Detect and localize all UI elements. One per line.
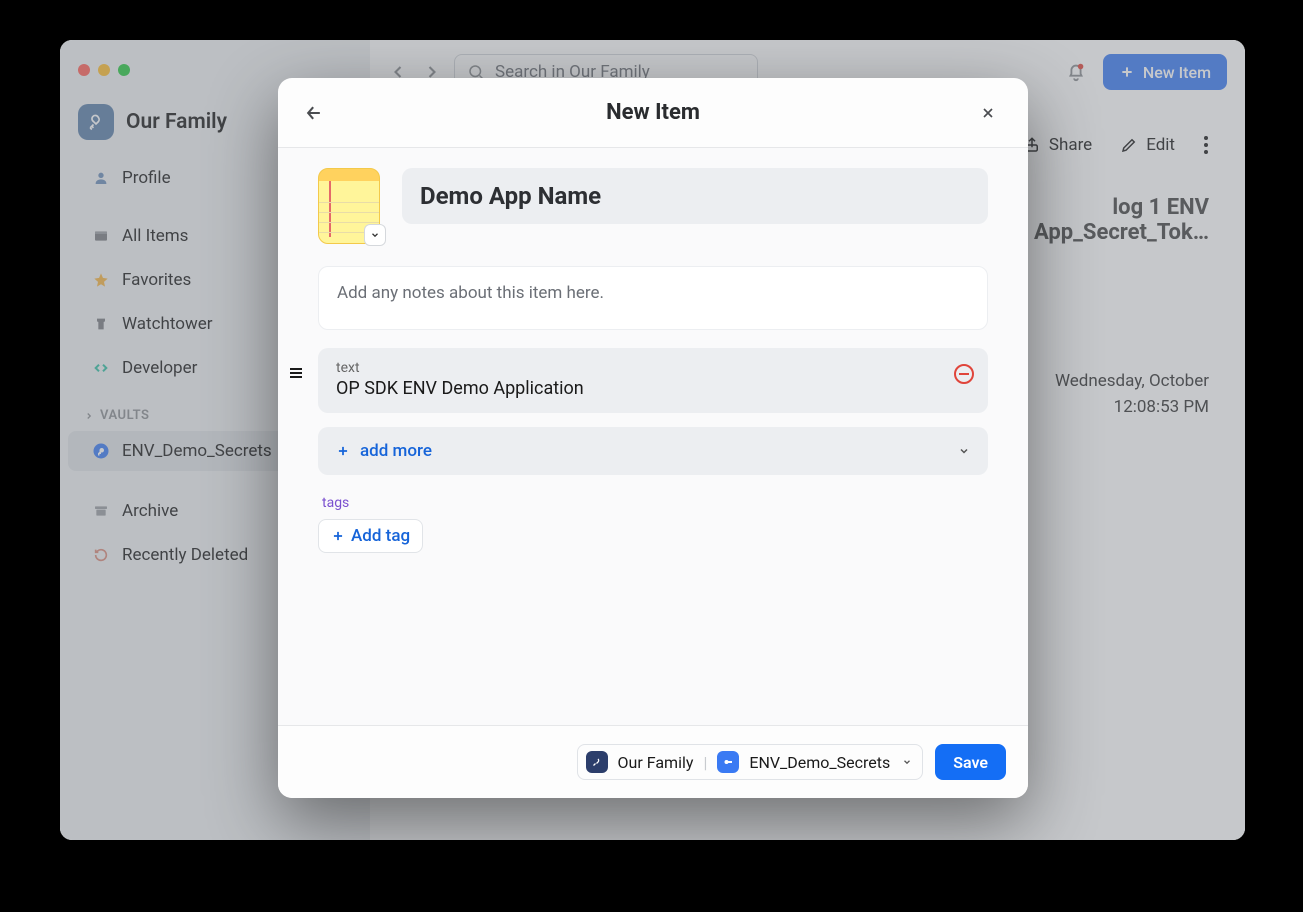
chevron-down-icon [364, 224, 386, 246]
account-mini-icon [586, 751, 608, 773]
item-category-icon[interactable] [318, 168, 382, 244]
chevron-down-icon [902, 757, 912, 767]
save-location-selector[interactable]: Our Family | ENV_Demo_Secrets [577, 744, 924, 780]
modal-close-button[interactable] [980, 105, 1002, 121]
add-more-fields-button[interactable]: add more [318, 427, 988, 475]
save-button[interactable]: Save [935, 744, 1006, 780]
vault-mini-icon [717, 751, 739, 773]
save-location-vault: ENV_Demo_Secrets [749, 753, 890, 772]
modal-header: New Item [278, 78, 1028, 148]
field-type-label: text [336, 360, 970, 376]
new-item-modal: New Item Add any notes about this item h… [278, 78, 1028, 798]
save-button-label: Save [953, 753, 988, 772]
remove-field-button[interactable] [954, 364, 974, 384]
custom-field-row[interactable]: text OP SDK ENV Demo Application [318, 348, 988, 413]
modal-title: New Item [606, 100, 700, 125]
modal-body: Add any notes about this item here. text… [278, 148, 1028, 725]
drag-handle-icon[interactable] [288, 366, 304, 380]
chevron-down-icon [958, 445, 970, 457]
field-value: OP SDK ENV Demo Application [336, 378, 970, 399]
add-tag-label: Add tag [351, 526, 410, 546]
save-location-account: Our Family [618, 753, 694, 772]
item-name-input[interactable] [402, 168, 988, 224]
add-more-label: add more [360, 441, 432, 461]
notes-placeholder: Add any notes about this item here. [337, 283, 604, 303]
item-notes-input[interactable]: Add any notes about this item here. [318, 266, 988, 330]
modal-back-button[interactable] [304, 103, 326, 123]
tags-section-label: tags [322, 495, 988, 511]
add-tag-button[interactable]: Add tag [318, 519, 423, 553]
modal-footer: Our Family | ENV_Demo_Secrets Save [278, 725, 1028, 798]
